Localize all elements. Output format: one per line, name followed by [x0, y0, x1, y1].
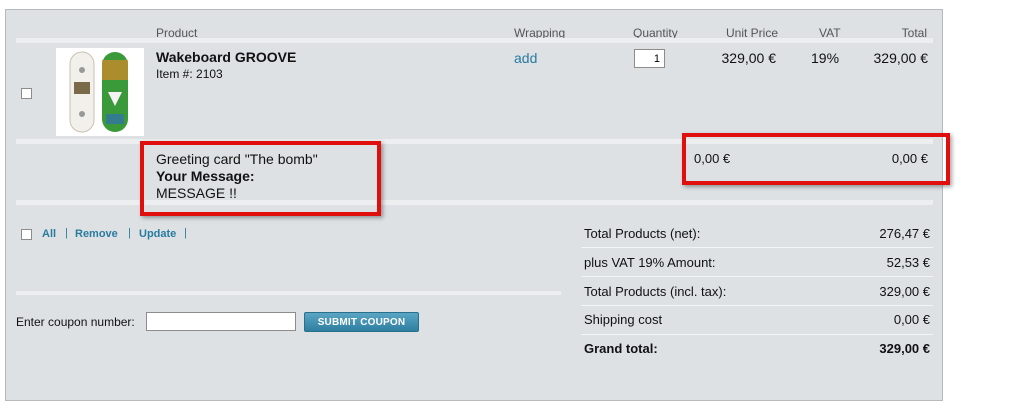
summary-label: Shipping cost [584, 312, 663, 327]
product-name[interactable]: Wakeboard GROOVE [156, 49, 296, 65]
summary-divider [581, 276, 933, 277]
update-link[interactable]: Update [139, 228, 176, 240]
wrapping-add-link[interactable]: add [514, 50, 537, 66]
price-highlight-box [682, 133, 950, 185]
grand-total-label: Grand total: [584, 341, 658, 356]
summary-divider [581, 305, 933, 306]
select-all-checkbox[interactable] [21, 229, 32, 240]
summary-value: 329,00 € [879, 284, 930, 299]
item-unit-price: 329,00 € [721, 50, 777, 66]
wakeboard-image [69, 51, 128, 133]
summary-label: plus VAT 19% Amount: [584, 255, 716, 270]
action-divider: | [184, 227, 187, 239]
message-highlight-box [140, 141, 381, 216]
summary-row: Shipping cost 0,00 € [584, 312, 930, 334]
summary-divider [581, 334, 933, 335]
summary-row: Total Products (incl. tax): 329,00 € [584, 284, 930, 306]
item-vat: 19% [811, 50, 840, 66]
summary-divider [581, 247, 933, 248]
grand-total-row: Grand total: 329,00 € [584, 341, 930, 363]
item-select-checkbox[interactable] [21, 88, 32, 99]
coupon-input[interactable] [146, 312, 296, 331]
summary-row: Total Products (net): 276,47 € [584, 226, 930, 248]
product-thumbnail[interactable] [56, 48, 144, 136]
coupon-separator [16, 291, 561, 295]
summary-value: 0,00 € [893, 312, 930, 327]
summary-label: Total Products (net): [584, 226, 701, 241]
remove-link[interactable]: Remove [75, 228, 118, 240]
submit-coupon-button[interactable]: SUBMIT COUPON [304, 312, 419, 332]
action-divider: | [65, 227, 68, 239]
select-all-link[interactable]: All [42, 228, 56, 240]
quantity-input[interactable] [634, 49, 665, 68]
summary-value: 276,47 € [879, 226, 930, 241]
item-total: 329,00 € [873, 50, 929, 66]
header-separator [16, 38, 933, 43]
coupon-label: Enter coupon number: [16, 315, 135, 329]
grand-total-value: 329,00 € [879, 341, 930, 356]
cart-panel: Product Wrapping Quantity Unit Price VAT… [5, 9, 950, 401]
product-item-number: Item #: 2103 [156, 67, 223, 81]
action-divider: | [128, 227, 131, 239]
summary-row: plus VAT 19% Amount: 52,53 € [584, 255, 930, 277]
summary-value: 52,53 € [886, 255, 930, 270]
summary-label: Total Products (incl. tax): [584, 284, 727, 299]
